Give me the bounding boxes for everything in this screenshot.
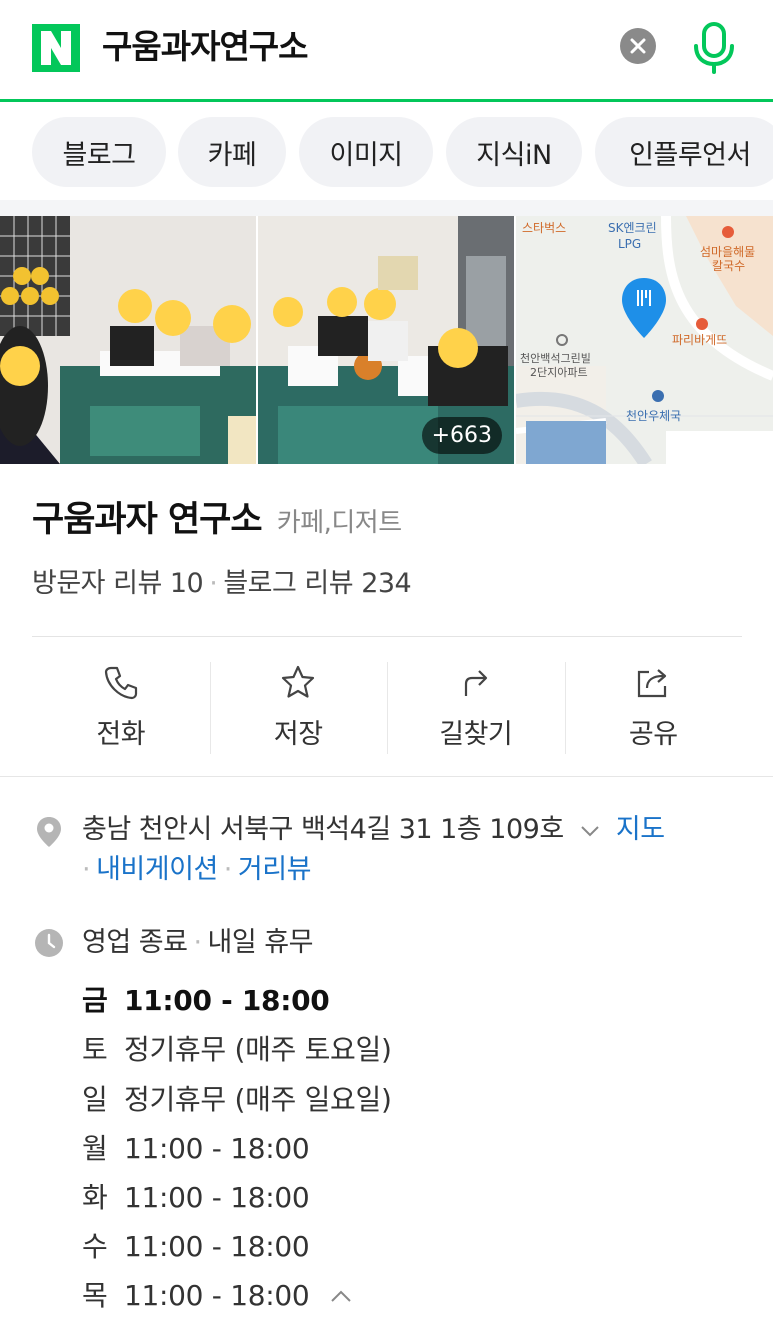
- hours-row: 일 정기휴무 (매주 일요일): [82, 1080, 392, 1120]
- address-line: 충남 천안시 서북구 백석4길 31 1층 109호 지도: [82, 810, 665, 850]
- hours-status[interactable]: 영업 종료 · 내일 휴무: [82, 923, 314, 963]
- map-label: LPG: [618, 237, 641, 251]
- chip-images[interactable]: 이미지: [299, 117, 433, 187]
- clock-icon: [35, 929, 63, 957]
- map-label: 파리바게뜨: [672, 333, 727, 347]
- hours-day: 토: [82, 1033, 108, 1066]
- call-button[interactable]: 전화: [32, 656, 210, 756]
- naver-logo[interactable]: [32, 24, 80, 72]
- location-pin-icon: [37, 817, 61, 847]
- directions-label: 길찾기: [439, 719, 513, 750]
- share-button[interactable]: 공유: [564, 656, 743, 756]
- microphone-icon[interactable]: [690, 20, 738, 76]
- map-label: 섬마을해물: [700, 245, 755, 259]
- separator-dot: ·: [209, 568, 218, 599]
- place-title: 구움과자 연구소 카페,디저트: [32, 496, 402, 547]
- street-view-link[interactable]: 거리뷰: [238, 854, 312, 885]
- hours-time: 11:00 - 18:00: [124, 1279, 310, 1312]
- place-name: 구움과자 연구소: [32, 500, 263, 540]
- photo-strip: +663 스타벅스 SK엔크린 LPG 섬마을해물 칼국수 파리바게뜨 천안백석…: [0, 216, 773, 464]
- hours-row: 토 정기휴무 (매주 토요일): [82, 1030, 392, 1070]
- chevron-up-icon[interactable]: [326, 1287, 356, 1307]
- hours-time: 11:00 - 18:00: [124, 1132, 310, 1165]
- hours-day: 화: [82, 1181, 108, 1214]
- chip-blog[interactable]: 블로그: [32, 117, 166, 187]
- place-category: 카페,디저트: [276, 508, 402, 538]
- search-tabs: 블로그 카페 이미지 지식iN 인플루언서: [0, 104, 773, 200]
- star-icon: [282, 665, 315, 698]
- map-link[interactable]: 지도: [616, 814, 665, 845]
- share-icon: [638, 669, 667, 698]
- action-bar: 전화 저장 길찾기 공유: [32, 656, 742, 756]
- hours-time: 정기휴무 (매주 토요일): [124, 1033, 392, 1066]
- call-label: 전화: [96, 719, 146, 750]
- photo-count-badge[interactable]: +663: [421, 417, 502, 454]
- review-summary: 방문자 리뷰 10 · 블로그 리뷰 234: [32, 566, 412, 602]
- hours-time: 11:00 - 18:00: [124, 984, 330, 1017]
- map-label: 천안백석그린빌: [520, 351, 591, 365]
- separator-dot: ·: [223, 854, 233, 885]
- map-label: 2단지아파트: [530, 366, 588, 379]
- hours-time: 정기휴무 (매주 일요일): [124, 1083, 392, 1116]
- divider: [0, 776, 773, 777]
- hours-day: 목: [82, 1279, 108, 1312]
- hours-row: 금 11:00 - 18:00: [82, 981, 330, 1021]
- phone-icon: [104, 666, 137, 700]
- photo-1[interactable]: [0, 216, 256, 464]
- chip-cafe[interactable]: 카페: [178, 117, 286, 187]
- chip-influencer[interactable]: 인플루언서: [595, 117, 773, 187]
- address-text: 충남 천안시 서북구 백석4길 31 1층 109호: [82, 814, 564, 845]
- blog-reviews-link[interactable]: 블로그 리뷰 234: [223, 568, 411, 599]
- separator-dot: ·: [193, 927, 202, 958]
- share-label: 공유: [628, 719, 678, 750]
- hours-day: 수: [82, 1230, 108, 1263]
- directions-button[interactable]: 길찾기: [387, 656, 565, 756]
- divider: [32, 636, 742, 637]
- hours-row: 월 11:00 - 18:00: [82, 1129, 310, 1169]
- save-button[interactable]: 저장: [209, 656, 388, 756]
- clear-search-button[interactable]: [620, 28, 656, 64]
- map-label: 스타벅스: [522, 221, 566, 235]
- chip-knowledge-in[interactable]: 지식iN: [446, 117, 582, 187]
- hours-row: 수 11:00 - 18:00: [82, 1227, 310, 1267]
- hours-time: 11:00 - 18:00: [124, 1230, 310, 1263]
- photo-2[interactable]: +663: [258, 216, 514, 464]
- business-note: 내일 휴무: [207, 927, 314, 958]
- close-icon: [630, 38, 646, 54]
- map-label: SK엔크린: [608, 221, 657, 235]
- map-label: 칼국수: [712, 259, 745, 273]
- navigation-link[interactable]: 내비게이션: [96, 854, 218, 885]
- address-links: · 내비게이션 · 거리뷰: [82, 850, 311, 890]
- save-label: 저장: [273, 719, 323, 750]
- hours-row: 화 11:00 - 18:00: [82, 1178, 310, 1218]
- hours-day: 금: [82, 984, 108, 1017]
- map-label: 천안우체국: [626, 408, 681, 423]
- separator-dot: ·: [82, 854, 91, 885]
- section-divider: [0, 200, 773, 216]
- visitor-reviews-link[interactable]: 방문자 리뷰 10: [32, 568, 204, 599]
- hours-time: 11:00 - 18:00: [124, 1181, 310, 1214]
- directions-icon: [464, 670, 487, 696]
- hours-row: 목 11:00 - 18:00: [82, 1276, 356, 1316]
- chevron-down-icon[interactable]: [576, 821, 604, 841]
- search-bar: 구움과자연구소: [0, 0, 773, 102]
- map-thumbnail[interactable]: 스타벅스 SK엔크린 LPG 섬마을해물 칼국수 파리바게뜨 천안백석그린빌 2…: [516, 216, 773, 464]
- business-status: 영업 종료: [82, 927, 188, 958]
- hours-day: 월: [82, 1132, 108, 1165]
- hours-day: 일: [82, 1083, 108, 1116]
- search-query[interactable]: 구움과자연구소: [102, 25, 309, 69]
